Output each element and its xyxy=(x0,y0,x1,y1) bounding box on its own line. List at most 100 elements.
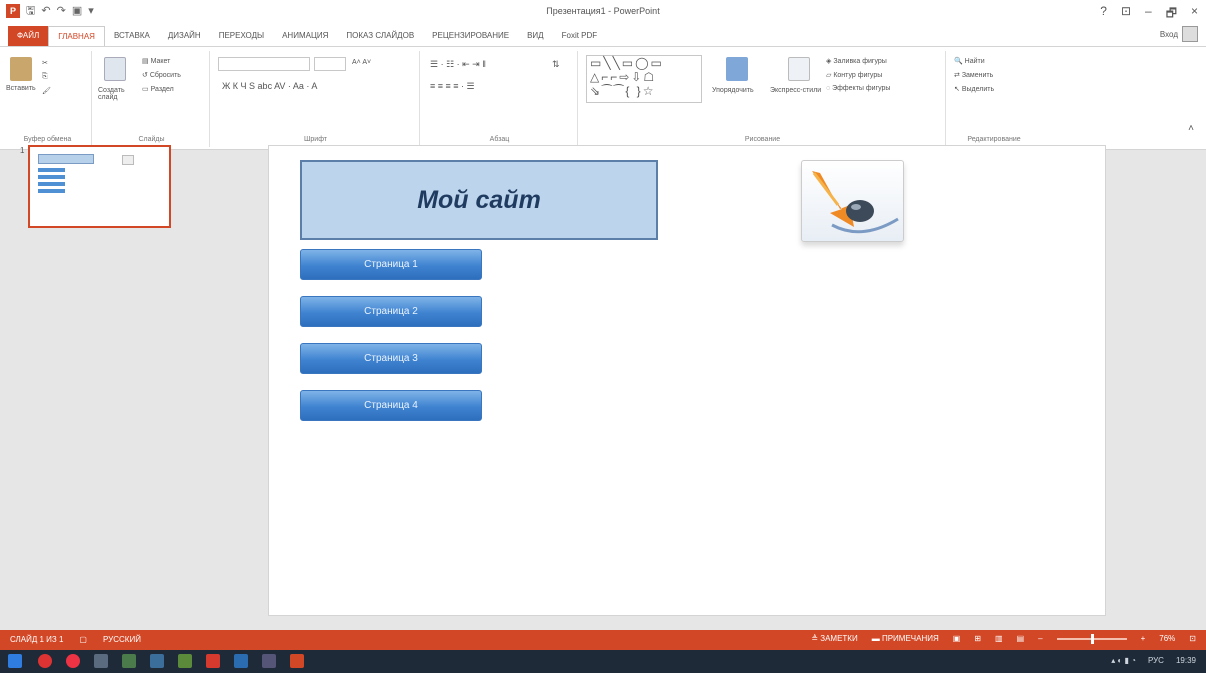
format-painter-icon[interactable]: 🖌 xyxy=(42,87,51,95)
window-controls: ? ⊡ – 🗗 × xyxy=(1100,4,1198,25)
zoom-level[interactable]: 76% xyxy=(1159,634,1175,643)
app-icon[interactable] xyxy=(122,654,136,668)
tab-animations[interactable]: АНИМАЦИЯ xyxy=(273,26,337,46)
find-label: Найти xyxy=(964,58,985,65)
language-indicator[interactable]: РУССКИЙ xyxy=(103,635,141,644)
zoom-slider-thumb[interactable] xyxy=(1090,633,1094,644)
zoom-slider[interactable] xyxy=(1056,633,1127,644)
page-3-button[interactable]: Страница 3 xyxy=(300,343,482,374)
arrange-button[interactable]: Упорядочить xyxy=(712,87,754,94)
font-format-toolbar[interactable]: Ж К Ч S abc AV · Aa · A xyxy=(222,81,317,91)
fit-slide-icon[interactable]: ⊡ xyxy=(1189,634,1196,643)
tab-review[interactable]: РЕЦЕНЗИРОВАНИЕ xyxy=(423,26,518,46)
shape-outline-label: Контур фигуры xyxy=(833,72,883,79)
thumbnail-title-shape xyxy=(38,154,94,164)
spellcheck-icon[interactable]: ▢ xyxy=(79,635,87,644)
section-label: Раздел xyxy=(150,86,174,93)
app-icon[interactable] xyxy=(178,654,192,668)
tray-icons[interactable]: ▴ ◐ ▮ ◔ xyxy=(1111,656,1136,665)
maximize-button[interactable]: 🗗 xyxy=(1166,4,1177,25)
shapes-gallery[interactable]: ▭╲╲▭◯▭ △⌐⌐⇨⇩☖ ⇘⁀⁀{ }☆ xyxy=(586,55,702,103)
page-4-button[interactable]: Страница 4 xyxy=(300,390,482,421)
tab-transitions[interactable]: ПЕРЕХОДЫ xyxy=(210,26,273,46)
input-language[interactable]: РУС xyxy=(1148,656,1164,665)
taskbar: ▴ ◐ ▮ ◔ РУС 19:39 xyxy=(0,650,1206,673)
tab-slide-show[interactable]: ПОКАЗ СЛАЙДОВ xyxy=(337,26,423,46)
comments-button[interactable]: ▬ ПРИМЕЧАНИЯ xyxy=(872,634,939,643)
group-drawing-label: Рисование xyxy=(744,136,781,143)
zoom-out-icon[interactable]: – xyxy=(1038,634,1042,643)
select-label: Выделить xyxy=(961,86,995,93)
sign-in[interactable]: Вход xyxy=(1160,26,1198,42)
zoom-in-icon[interactable]: + xyxy=(1141,634,1146,643)
slide-show-icon[interactable]: ▤ xyxy=(1017,634,1025,643)
group-paragraph: ☰ · ☷ · ⇤ ⇥ ‖ ≡ ≡ ≡ ≡ · ☰ ⇅ Абзац xyxy=(422,51,578,147)
shape-fill-button[interactable]: ◈ Заливка фигуры xyxy=(826,57,887,65)
tab-insert[interactable]: ВСТАВКА xyxy=(105,26,159,46)
tab-home[interactable]: ГЛАВНАЯ xyxy=(48,26,105,46)
paste-icon[interactable] xyxy=(10,57,32,81)
slide-sorter-icon[interactable]: ⊞ xyxy=(974,634,981,643)
new-slide-button[interactable]: Создать слайд xyxy=(98,87,134,101)
thumbnail-logo-image xyxy=(122,155,134,165)
quick-styles-icon[interactable] xyxy=(788,57,810,81)
tab-file[interactable]: ФАЙЛ xyxy=(8,26,49,46)
shape-effects-button[interactable]: ◌ Эффекты фигуры xyxy=(826,85,890,92)
font-family-select[interactable] xyxy=(218,57,310,71)
replace-button[interactable]: ⇄ Заменить xyxy=(954,71,993,79)
status-bar-left: СЛАЙД 1 ИЗ 1 ▢ РУССКИЙ xyxy=(10,635,141,644)
tab-foxit-pdf[interactable]: Foxit PDF xyxy=(553,26,607,46)
close-button[interactable]: × xyxy=(1191,4,1198,25)
word-icon[interactable] xyxy=(234,654,248,668)
clock[interactable]: 19:39 xyxy=(1176,656,1196,665)
status-bar-right: ≜ ЗАМЕТКИ ▬ ПРИМЕЧАНИЯ ▣ ⊞ ▥ ▤ – + 76% ⊡ xyxy=(811,633,1196,644)
section-button[interactable]: ▭ Раздел xyxy=(142,85,174,93)
powerpoint-taskbar-icon[interactable] xyxy=(290,654,304,668)
font-size-select[interactable] xyxy=(314,57,346,71)
tab-design[interactable]: ДИЗАЙН xyxy=(159,26,210,46)
ribbon-tabs: ФАЙЛ ГЛАВНАЯ ВСТАВКА ДИЗАЙН ПЕРЕХОДЫ АНИ… xyxy=(0,24,1206,46)
copy-icon[interactable]: ⎘ xyxy=(42,73,48,81)
page-2-button[interactable]: Страница 2 xyxy=(300,296,482,327)
new-slide-icon[interactable] xyxy=(104,57,126,81)
thumbnail-button-shape xyxy=(38,189,65,193)
text-direction-icon[interactable]: ⇅ xyxy=(552,59,560,70)
thumbnail-button-shape xyxy=(38,175,65,179)
opera-icon[interactable] xyxy=(38,654,52,668)
page-1-button[interactable]: Страница 1 xyxy=(300,249,482,280)
slide-title-shape[interactable]: Мой сайт xyxy=(300,160,658,240)
find-button[interactable]: 🔍 Найти xyxy=(954,57,985,65)
thumbnail-button-shape xyxy=(38,182,65,186)
list-buttons[interactable]: ☰ · ☷ · ⇤ ⇥ ‖ xyxy=(430,59,486,70)
ribbon-display-options-button[interactable]: ⊡ xyxy=(1121,4,1131,25)
app-icon[interactable] xyxy=(206,654,220,668)
start-button-icon[interactable] xyxy=(8,654,22,668)
reading-view-icon[interactable]: ▥ xyxy=(995,634,1003,643)
app-icon[interactable] xyxy=(150,654,164,668)
help-button[interactable]: ? xyxy=(1100,4,1107,25)
system-tray: ▴ ◐ ▮ ◔ РУС 19:39 xyxy=(1111,656,1196,665)
paste-button[interactable]: Вставить xyxy=(6,85,36,92)
layout-button[interactable]: ▤ Макет xyxy=(142,57,170,65)
comments-label: ПРИМЕЧАНИЯ xyxy=(881,634,939,643)
thumbnail-number: 1 xyxy=(20,146,25,155)
grow-font-icon[interactable]: A˄ A˅ xyxy=(352,59,371,66)
quick-styles-button[interactable]: Экспресс-стили xyxy=(770,87,821,94)
reset-button[interactable]: ↺ Сбросить xyxy=(142,71,181,79)
slide-thumbnail[interactable] xyxy=(28,145,171,228)
shape-outline-button[interactable]: ▱ Контур фигуры xyxy=(826,71,882,79)
app-icon[interactable] xyxy=(66,654,80,668)
minimize-button[interactable]: – xyxy=(1145,4,1152,25)
logo-image[interactable] xyxy=(801,160,904,242)
sign-in-label: Вход xyxy=(1159,29,1178,39)
app-icon[interactable] xyxy=(262,654,276,668)
cut-icon[interactable]: ✂ xyxy=(42,59,48,67)
collapse-ribbon-icon[interactable]: ˄ xyxy=(1188,123,1194,134)
explorer-icon[interactable] xyxy=(94,654,108,668)
align-buttons[interactable]: ≡ ≡ ≡ ≡ · ☰ xyxy=(430,81,475,92)
arrange-icon[interactable] xyxy=(726,57,748,81)
normal-view-icon[interactable]: ▣ xyxy=(953,634,961,643)
select-button[interactable]: ↖ Выделить xyxy=(954,85,994,93)
tab-view[interactable]: ВИД xyxy=(518,26,553,46)
notes-button[interactable]: ≜ ЗАМЕТКИ xyxy=(811,634,857,643)
